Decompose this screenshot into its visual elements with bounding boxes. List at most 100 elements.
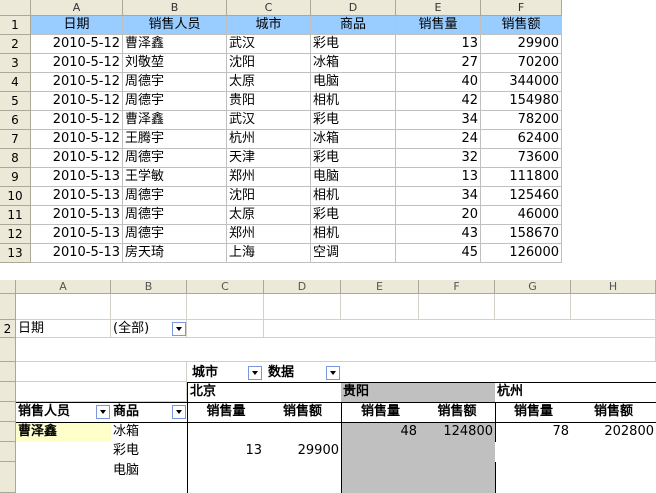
table-cell[interactable]: 贵阳 xyxy=(227,92,311,111)
table-cell[interactable]: 曹泽鑫 xyxy=(123,111,227,130)
column-field-dropdown-icon[interactable] xyxy=(248,366,262,380)
table-cell[interactable]: 32 xyxy=(396,149,481,168)
grid-cell[interactable] xyxy=(419,294,495,320)
column-header-F[interactable]: F xyxy=(419,280,495,294)
table-cell[interactable]: 相机 xyxy=(311,187,396,206)
row-header[interactable]: 2 xyxy=(0,320,16,338)
row-header[interactable]: 10 xyxy=(0,187,31,206)
table-cell[interactable]: 2010-5-12 xyxy=(31,35,123,54)
row-header[interactable]: 13 xyxy=(0,244,31,263)
table-cell[interactable]: 刘敬堃 xyxy=(123,54,227,73)
table-cell[interactable]: 电脑 xyxy=(311,168,396,187)
grid-cell[interactable] xyxy=(16,362,187,382)
item-cell[interactable]: 电脑 xyxy=(111,462,187,482)
value-cell[interactable]: 13 xyxy=(187,442,264,462)
table-cell[interactable]: 344000 xyxy=(481,73,562,92)
table-cell[interactable]: 武汉 xyxy=(227,35,311,54)
table-cell[interactable]: 电脑 xyxy=(311,73,396,92)
table-cell[interactable]: 相机 xyxy=(311,92,396,111)
table-cell[interactable]: 冰箱 xyxy=(311,130,396,149)
row-header[interactable]: 5 xyxy=(0,92,31,111)
table-cell[interactable]: 周德宇 xyxy=(123,92,227,111)
measure-header[interactable]: 销售量 xyxy=(187,402,264,422)
table-cell[interactable]: 154980 xyxy=(481,92,562,111)
table-cell[interactable]: 2010-5-13 xyxy=(31,244,123,263)
row-field-dropdown-icon[interactable] xyxy=(96,405,110,419)
city-header[interactable]: 北京 xyxy=(187,382,341,402)
column-header-H[interactable]: H xyxy=(571,280,656,294)
row-header[interactable] xyxy=(0,294,16,320)
table-cell[interactable]: 周德宇 xyxy=(123,73,227,92)
table-cell[interactable]: 2010-5-13 xyxy=(31,168,123,187)
table-cell[interactable]: 62400 xyxy=(481,130,562,149)
value-cell[interactable]: 202800 xyxy=(571,422,656,442)
row-header[interactable] xyxy=(0,362,16,382)
row-header[interactable] xyxy=(0,462,16,493)
measure-header[interactable]: 销售量 xyxy=(495,402,571,422)
row-header[interactable]: 4 xyxy=(0,73,31,92)
table-header-cell[interactable]: 销售人员 xyxy=(123,16,227,35)
grid-cell[interactable] xyxy=(16,294,111,320)
grid-cell[interactable] xyxy=(16,382,187,402)
table-cell[interactable]: 2010-5-12 xyxy=(31,111,123,130)
table-header-cell[interactable]: 城市 xyxy=(227,16,311,35)
table-cell[interactable]: 73600 xyxy=(481,149,562,168)
table-cell[interactable]: 周德宇 xyxy=(123,187,227,206)
table-cell[interactable]: 46000 xyxy=(481,206,562,225)
grid-cell[interactable] xyxy=(264,320,656,338)
row-header[interactable] xyxy=(0,442,16,462)
table-cell[interactable]: 13 xyxy=(396,168,481,187)
value-cell[interactable]: 124800 xyxy=(419,422,495,493)
column-header-G[interactable]: G xyxy=(495,280,571,294)
column-header-A[interactable]: A xyxy=(31,0,123,16)
table-cell[interactable]: 125460 xyxy=(481,187,562,206)
column-header-D[interactable]: D xyxy=(311,0,396,16)
value-cell[interactable] xyxy=(187,422,264,442)
table-cell[interactable]: 34 xyxy=(396,111,481,130)
table-cell[interactable]: 20 xyxy=(396,206,481,225)
table-cell[interactable]: 王学敏 xyxy=(123,168,227,187)
table-cell[interactable]: 2010-5-12 xyxy=(31,54,123,73)
table-cell[interactable]: 27 xyxy=(396,54,481,73)
row-header[interactable]: 7 xyxy=(0,130,31,149)
measure-header[interactable]: 销售额 xyxy=(264,402,341,422)
row-header[interactable]: 9 xyxy=(0,168,31,187)
select-all-corner[interactable] xyxy=(0,280,16,294)
column-header-B[interactable]: B xyxy=(123,0,227,16)
data-field-dropdown-icon[interactable] xyxy=(326,366,340,380)
table-cell[interactable]: 24 xyxy=(396,130,481,149)
table-cell[interactable]: 天津 xyxy=(227,149,311,168)
grid-cell[interactable] xyxy=(264,294,341,320)
table-cell[interactable]: 郑州 xyxy=(227,168,311,187)
measure-header[interactable]: 销售额 xyxy=(571,402,656,422)
row-header[interactable]: 1 xyxy=(0,16,31,35)
value-cell[interactable] xyxy=(264,422,341,442)
measure-header[interactable]: 销售额 xyxy=(419,402,495,422)
table-cell[interactable]: 彩电 xyxy=(311,206,396,225)
table-header-cell[interactable]: 商品 xyxy=(311,16,396,35)
row-header[interactable]: 2 xyxy=(0,35,31,54)
row-header[interactable] xyxy=(0,402,16,422)
city-header[interactable]: 贵阳 xyxy=(341,382,495,402)
table-header-cell[interactable]: 日期 xyxy=(31,16,123,35)
table-cell[interactable]: 周德宇 xyxy=(123,149,227,168)
table-cell[interactable]: 2010-5-13 xyxy=(31,225,123,244)
table-cell[interactable]: 王腾宇 xyxy=(123,130,227,149)
value-cell[interactable]: 78 xyxy=(495,422,571,442)
table-cell[interactable]: 42 xyxy=(396,92,481,111)
table-cell[interactable]: 周德宇 xyxy=(123,206,227,225)
table-cell[interactable]: 彩电 xyxy=(311,35,396,54)
table-cell[interactable]: 34 xyxy=(396,187,481,206)
table-cell[interactable]: 2010-5-13 xyxy=(31,206,123,225)
grid-cell[interactable] xyxy=(187,294,264,320)
column-header-E[interactable]: E xyxy=(396,0,481,16)
table-cell[interactable]: 房天琦 xyxy=(123,244,227,263)
table-cell[interactable]: 40 xyxy=(396,73,481,92)
column-header-F[interactable]: F xyxy=(481,0,562,16)
salesperson-cell[interactable]: 曹泽鑫 xyxy=(16,422,111,442)
row-header[interactable]: 12 xyxy=(0,225,31,244)
row-header[interactable]: 11 xyxy=(0,206,31,225)
table-cell[interactable]: 彩电 xyxy=(311,111,396,130)
table-cell[interactable]: 111800 xyxy=(481,168,562,187)
table-cell[interactable]: 45 xyxy=(396,244,481,263)
